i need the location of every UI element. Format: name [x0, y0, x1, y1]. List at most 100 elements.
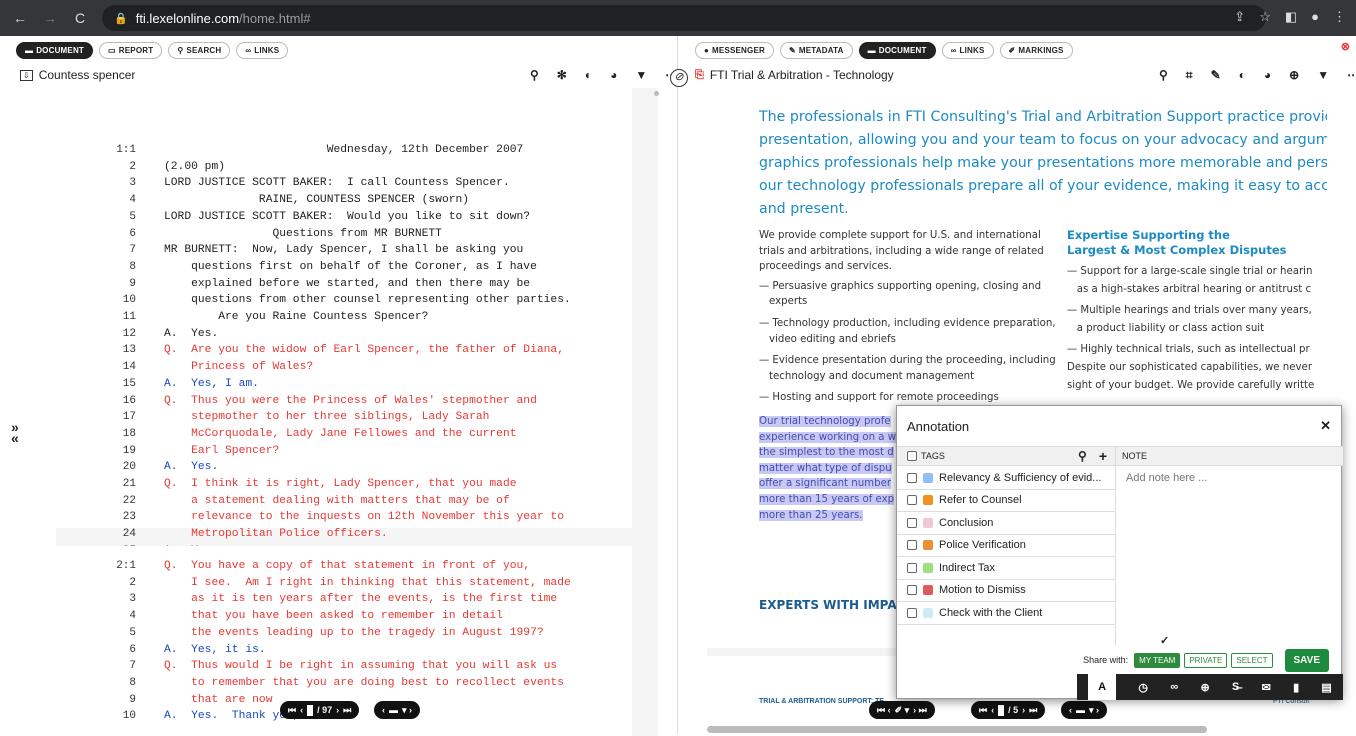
strikethrough-icon[interactable]: S̶ [1232, 681, 1239, 693]
profile-icon[interactable]: ● [1311, 9, 1319, 25]
next-folder-icon[interactable]: ▾ › [1089, 705, 1099, 716]
folder-icon[interactable]: ▬ [389, 705, 398, 715]
transcript-line[interactable]: a statement dealing with matters that ma… [164, 495, 510, 507]
share-my-team-button[interactable]: MY TEAM [1134, 652, 1181, 668]
search-icon[interactable]: ⚲ [1159, 68, 1168, 83]
tag-row[interactable]: Relevancy & Sufficiency of evid... [897, 467, 1115, 490]
tag-checkbox[interactable] [907, 540, 917, 551]
transcript-line[interactable]: Princess of Wales? [164, 361, 313, 373]
tag-checkbox[interactable] [907, 472, 917, 483]
panel-toggle[interactable]: » « [11, 420, 19, 445]
last-mark-icon[interactable]: › ⏭ [913, 705, 927, 716]
back-button[interactable]: ← [12, 10, 28, 26]
split-toggle-icon[interactable]: ⊘ [670, 69, 688, 87]
address-bar[interactable]: 🔒 fti.lexelonline.com/home.html# [102, 5, 1266, 31]
transcript-line[interactable]: RAINE, COUNTESS SPENCER (sworn) [164, 194, 469, 206]
transcript-line[interactable]: as it is ten years after the events, is … [164, 593, 557, 605]
next-page-icon[interactable]: › [336, 705, 339, 715]
transcript-line[interactable]: Metropolitan Police officers. [164, 528, 388, 540]
text-icon[interactable]: A [1088, 674, 1117, 700]
transcript-line[interactable]: Q. Thus you were the Princess of Wales' … [164, 395, 537, 407]
transcript-line[interactable]: I see. Am I right in thinking that this … [164, 577, 571, 589]
scroll-thumb[interactable] [654, 91, 659, 96]
transcript-line[interactable]: that you have been asked to remember in … [164, 610, 503, 622]
pen-icon[interactable]: ✐ ▾ [895, 705, 910, 716]
tag-checkbox[interactable] [907, 562, 917, 573]
transcript-line[interactable]: A. Yes. [164, 328, 218, 340]
prev-folder-icon[interactable]: ‹ [1069, 705, 1072, 715]
filter-icon[interactable]: ▼ [1317, 68, 1329, 83]
close-icon[interactable]: ✕ [1320, 418, 1331, 434]
transcript-line[interactable]: A. Yes, it is. [164, 644, 266, 656]
transcript-line[interactable]: (2.00 pm) [164, 161, 225, 173]
crop-icon[interactable]: ⌗ [1186, 68, 1193, 83]
transcript-line[interactable]: Are you Raine Countess Spencer? [164, 311, 428, 323]
globe-icon[interactable]: ⊕ [1200, 681, 1209, 694]
tab-metadata[interactable]: ✎ METADATA [779, 42, 853, 59]
tab-search[interactable]: ⚲ SEARCH [168, 42, 231, 59]
tab-report[interactable]: ▭ REPORT [99, 42, 163, 59]
tab-links[interactable]: ∞ LINKS [236, 42, 289, 59]
select-all-checkbox[interactable] [907, 451, 917, 461]
last-page-icon[interactable]: ⏭ [343, 705, 351, 716]
transcript-line[interactable]: A. Yes. [164, 461, 218, 473]
search-icon[interactable]: ⚲ [1078, 449, 1087, 463]
tab-messenger[interactable]: ● MESSENGER [695, 42, 774, 59]
close-panel-icon[interactable]: ⊗ [1341, 40, 1350, 53]
search-icon[interactable]: ⚲ [530, 68, 539, 82]
tab-document[interactable]: ▬ DOCUMENT [16, 42, 94, 59]
transcript-line[interactable]: to remember that you are doing best to r… [164, 677, 564, 689]
forward-button[interactable]: → [42, 10, 58, 26]
page-navigator[interactable]: ⏮ ‹ / 5 › ⏭ [971, 701, 1046, 719]
transcript-line[interactable]: A. Yes, I am. [164, 378, 259, 390]
share-private-button[interactable]: PRIVATE [1184, 652, 1228, 668]
prev-page-icon[interactable]: ‹ [991, 705, 994, 715]
folder-icon[interactable]: ▬ [1076, 705, 1085, 715]
transcript-line[interactable]: the events leading up to the tragedy in … [164, 627, 544, 639]
transcript-line[interactable]: LORD JUSTICE SCOTT BAKER: I call Countes… [164, 177, 510, 189]
prev-folder-icon[interactable]: ‹ [382, 705, 385, 715]
chart-icon[interactable]: ◕ [610, 68, 617, 82]
tag-row[interactable]: Refer to Counsel [897, 490, 1115, 512]
transcript-line[interactable]: Q. I think it is right, Lady Spencer, th… [164, 478, 517, 490]
transcript-line[interactable]: Q. You have a copy of that statement in … [164, 560, 530, 572]
tag-row[interactable]: Indirect Tax [897, 557, 1115, 580]
tag-checkbox[interactable] [907, 495, 917, 506]
clock-icon[interactable]: ◷ [1138, 681, 1148, 694]
share-select-button[interactable]: SELECT [1231, 652, 1273, 668]
tab-links[interactable]: ∞ LINKS [941, 42, 994, 59]
next-folder-icon[interactable]: ▾ › [402, 705, 412, 716]
transcript-line[interactable]: that are now [164, 694, 272, 706]
transcript-line[interactable]: LORD JUSTICE SCOTT BAKER: Would you like… [164, 211, 530, 223]
transcript-line[interactable]: Q. Thus would I be right in assuming tha… [164, 660, 557, 672]
folder-navigator[interactable]: ‹ ▬ ▾ › [1061, 701, 1108, 719]
share-icon[interactable]: ⇪ [1234, 9, 1245, 25]
transcript-line[interactable]: McCorquodale, Lady Jane Fellowes and the… [164, 428, 516, 440]
collapse-icon[interactable]: « [11, 431, 19, 445]
tag-checkbox[interactable] [907, 517, 917, 528]
transcript-line[interactable]: explained before we started, and then th… [164, 278, 530, 290]
transcript-line[interactable]: stepmother to her three siblings, Lady S… [164, 411, 489, 423]
clipboard-icon[interactable]: ▮ [1293, 681, 1299, 694]
add-tag-icon[interactable]: + [1099, 448, 1107, 464]
tag-row[interactable]: Conclusion [897, 512, 1115, 535]
zoom-icon[interactable]: ⊕ [1289, 68, 1299, 83]
transcript-viewer[interactable]: 1:1 Wednesday, 12th December 2007 2 (2.00 … [56, 88, 658, 736]
first-mark-icon[interactable]: ⏮ ‹ [877, 705, 891, 716]
draw-icon[interactable]: ✎ [1211, 68, 1221, 83]
transcript-line[interactable]: relevance to the inquests on 12th Novemb… [164, 511, 564, 523]
horizontal-scrollbar[interactable] [707, 726, 1207, 733]
star-icon[interactable]: ☆ [1259, 9, 1271, 25]
tag-row[interactable]: Police Verification [897, 535, 1115, 557]
chart-icon[interactable]: ◕ [1264, 68, 1271, 83]
transcript-line[interactable]: questions from other counsel representin… [164, 294, 571, 306]
transcript-line[interactable]: MR BURNETT: Now, Lady Spencer, I shall b… [164, 244, 523, 256]
tab-markings[interactable]: ✐ MARKINGS [999, 42, 1073, 59]
menu-icon[interactable]: ⋮ [1333, 9, 1346, 25]
shield-icon[interactable]: ◐ [585, 68, 592, 82]
comment-icon[interactable]: ✉ [1262, 681, 1271, 694]
transcript-line[interactable]: Earl Spencer? [164, 445, 279, 457]
notes-icon[interactable]: ▤ [1321, 681, 1331, 694]
reload-button[interactable]: C [72, 10, 88, 26]
link-icon[interactable]: ∞ [1170, 681, 1178, 693]
